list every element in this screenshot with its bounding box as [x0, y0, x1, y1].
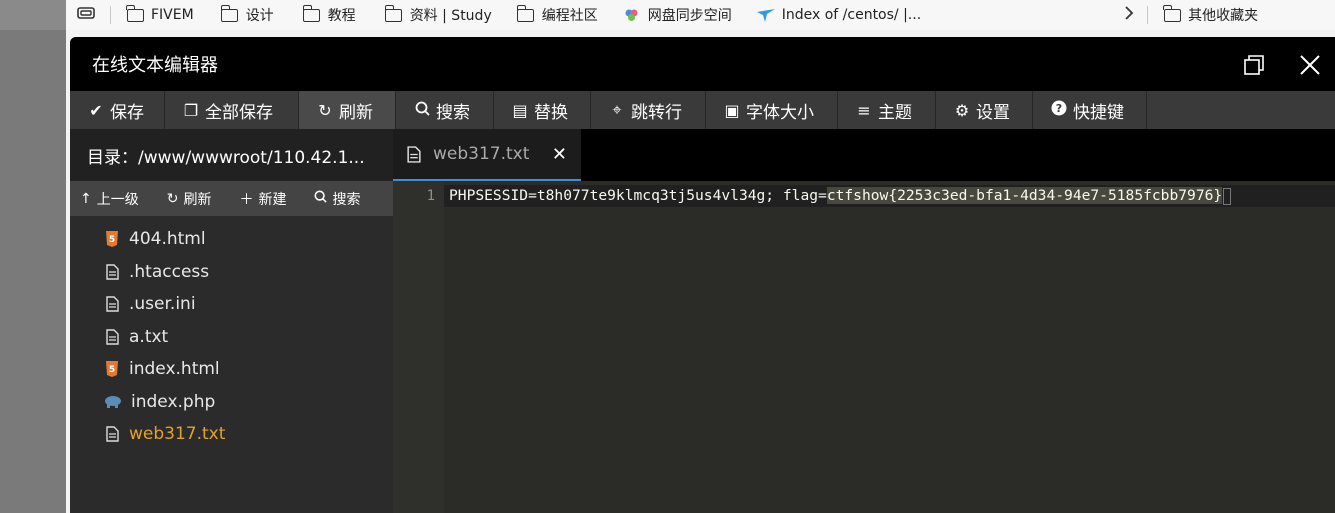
tab-actions-icon [76, 5, 96, 25]
editor-toolbar: ✔ 保存 ❐ 全部保存 ↻ 刷新 搜索 ▤ 替换 ⌖ 跳转行 ▣ 字体大小 ≡ 主题 ⚙ 设置 … [70, 91, 1335, 129]
search-icon [314, 190, 328, 207]
file-icon [103, 426, 121, 442]
bookmark-study[interactable]: 资料 | Study [378, 0, 498, 30]
maximize-button[interactable] [1240, 51, 1268, 79]
file-icon [103, 329, 121, 345]
tab-label: web317.txt [433, 144, 530, 164]
code-editor[interactable]: 1 PHPSESSID=t8h077te9klmcq3tj5us4vl34g; … [393, 181, 1335, 513]
line-gutter [393, 181, 444, 513]
theme-button[interactable]: ≡ 主题 [838, 91, 936, 129]
sidebar-refresh-button[interactable]: ↻ 刷新 [139, 189, 212, 209]
location-pin-icon: ⌖ [612, 100, 622, 119]
file-sidebar: 目录：/www/wwwroot/110.42.1... ↑ 上一级 ↻ 刷新 ＋新建… [70, 129, 393, 513]
svg-text:?: ? [1056, 102, 1062, 115]
folder-icon [384, 4, 403, 22]
file-list: 5 404.html .htaccess .user.ini a.txt 5 i… [70, 216, 393, 451]
chevron-right-icon [1123, 5, 1135, 25]
bookmark-design[interactable]: 设计 [214, 0, 280, 30]
bird-icon [756, 7, 776, 23]
html5-icon: 5 [103, 361, 121, 378]
code-prefix: PHPSESSID=t8h077te9klmcq3tj5us4vl34g; fl… [449, 187, 827, 204]
bookmark-community[interactable]: 编程社区 [510, 0, 604, 30]
sidebar-search-button[interactable]: 搜索 [286, 189, 360, 209]
parent-dir-button[interactable]: ↑ 上一级 [70, 189, 139, 209]
svg-text:5: 5 [109, 235, 115, 245]
text-cursor [1223, 187, 1232, 205]
gear-icon: ⚙ [954, 100, 970, 120]
question-icon: ? [1051, 100, 1067, 120]
line-number: 1 [426, 188, 435, 204]
refresh-icon: ↻ [318, 100, 332, 120]
file-item[interactable]: .htaccess [70, 256, 393, 289]
folder-icon [125, 4, 144, 22]
folder-icon [302, 4, 321, 22]
font-size-button[interactable]: ▣ 字体大小 [706, 91, 838, 129]
bookmarks-more-button[interactable] [1117, 0, 1141, 30]
file-item[interactable]: 5 index.html [70, 353, 393, 386]
arrow-up-icon: ↑ [80, 190, 92, 207]
save-all-button[interactable]: ❐ 全部保存 [165, 91, 299, 129]
tab-close-icon[interactable]: ✕ [552, 144, 567, 165]
selected-text: ctfshow{2253c3ed-bfa1-4d34-94e7-5185fcbb… [826, 187, 1223, 204]
editor-titlebar: 在线文本编辑器 [70, 37, 1335, 91]
code-line[interactable]: PHPSESSID=t8h077te9klmcq3tj5us4vl34g; fl… [449, 185, 1232, 207]
new-file-button[interactable]: ＋新建 [211, 189, 286, 209]
folder-icon [220, 4, 239, 22]
tab-web317[interactable]: web317.txt ✕ [393, 129, 581, 181]
cloud-sync-icon [622, 7, 642, 23]
shortcuts-button[interactable]: ? 快捷键 [1033, 91, 1147, 129]
editor-tabbar: web317.txt ✕ [393, 129, 1335, 181]
html5-icon: 5 [103, 231, 121, 248]
save-button[interactable]: ✔ 保存 [70, 91, 165, 129]
bookmark-centos-index[interactable]: Index of /centos/ |... [750, 0, 927, 30]
settings-button[interactable]: ⚙ 设置 [936, 91, 1033, 129]
file-item-active[interactable]: web317.txt [70, 418, 393, 451]
restore-icon [1244, 55, 1264, 75]
menu-icon: ≡ [857, 100, 871, 120]
file-item[interactable]: 5 404.html [70, 223, 393, 256]
bookmark-fivem[interactable]: FIVEM [119, 0, 200, 30]
php-elephant-icon [103, 395, 123, 409]
search-icon [414, 101, 430, 120]
folder-icon [516, 4, 535, 22]
file-item[interactable]: a.txt [70, 321, 393, 354]
refresh-button[interactable]: ↻ 刷新 [299, 91, 396, 129]
bookmark-tutorials[interactable]: 教程 [296, 0, 362, 30]
bookmark-other-favorites[interactable]: 其他收藏夹 [1156, 0, 1264, 30]
file-item[interactable]: .user.ini [70, 288, 393, 321]
sidebar-actions: ↑ 上一级 ↻ 刷新 ＋新建 搜索 [70, 181, 393, 216]
tab-actions-button[interactable] [66, 0, 102, 30]
search-button[interactable]: 搜索 [396, 91, 494, 129]
copy-icon: ❐ [183, 100, 199, 120]
bookmark-cloud-sync[interactable]: 网盘同步空间 [616, 0, 738, 30]
editor-title: 在线文本编辑器 [92, 55, 218, 76]
plus-icon: ＋ [239, 191, 254, 208]
bookmarks-bar: FIVEM 设计 教程 资料 | Study 编程社区 网盘同步空间 Index… [66, 0, 1335, 30]
file-icon [407, 145, 421, 163]
refresh-icon: ↻ [166, 190, 179, 207]
check-icon: ✔ [89, 100, 103, 120]
font-size-icon: ▣ [724, 100, 740, 120]
svg-text:5: 5 [109, 365, 115, 375]
editor-window: 在线文本编辑器 ✔ 保存 ❐ 全部保存 ↻ 刷新 搜索 ▤ 替换 ⌖ 跳转行 ▣ 字体大小 … [70, 37, 1335, 513]
file-item[interactable]: index.php [70, 386, 393, 419]
left-strip [0, 0, 66, 513]
folder-icon [1163, 4, 1181, 22]
close-icon [1300, 55, 1320, 75]
file-icon [103, 296, 121, 312]
file-icon [103, 264, 121, 280]
close-button[interactable] [1296, 51, 1324, 79]
replace-button[interactable]: ▤ 替换 [494, 91, 591, 129]
directory-path: 目录：/www/wwwroot/110.42.1... [70, 129, 393, 181]
replace-icon: ▤ [512, 100, 528, 120]
goto-line-button[interactable]: ⌖ 跳转行 [591, 91, 706, 129]
